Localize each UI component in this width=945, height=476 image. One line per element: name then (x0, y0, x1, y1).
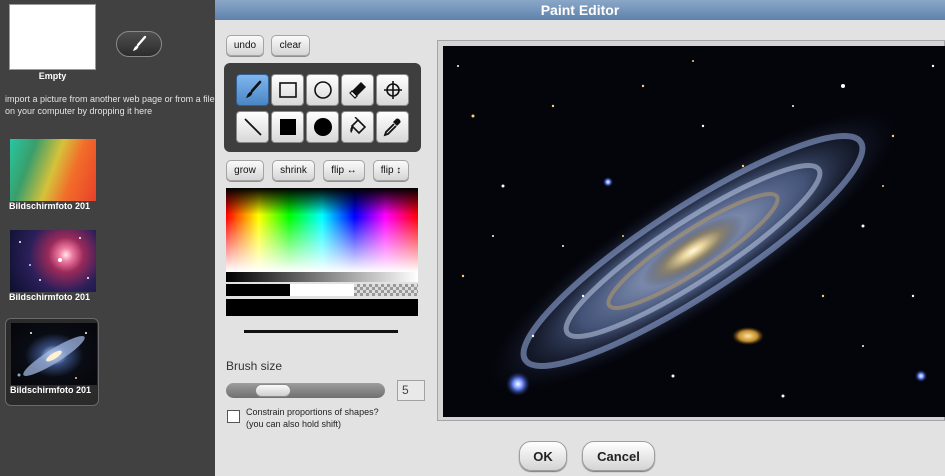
rotation-center-tool-icon (383, 81, 402, 99)
brush-tool-icon (245, 80, 261, 98)
black-color-swatch[interactable] (226, 284, 290, 296)
constrain-line-1: Constrain proportions of shapes? (246, 407, 379, 417)
line-tool-icon (243, 118, 262, 136)
brush-size-input[interactable]: 5 (397, 380, 425, 401)
paint-bucket-tool-button[interactable] (341, 111, 374, 143)
costume-item[interactable]: Bildschirmfoto 201 (5, 226, 97, 310)
brush-tool-button[interactable] (236, 74, 269, 106)
constrain-proportions-label: Constrain proportions of shapes? (you ca… (246, 406, 379, 430)
empty-costume-label: Empty (38, 71, 67, 81)
filled-ellipse-tool-button[interactable] (306, 111, 339, 143)
ellipse-tool-icon (313, 81, 332, 99)
shrink-button[interactable]: shrink (272, 160, 315, 181)
costume-panel: Empty import a picture from another web … (0, 0, 215, 476)
flip-vertical-button[interactable]: flip ↕ (373, 160, 409, 181)
costume-thumbnail (10, 230, 96, 292)
costume-thumbnail (11, 323, 97, 385)
galaxy-image (443, 46, 945, 417)
eyedropper-tool-icon (383, 118, 401, 137)
paint-canvas[interactable] (443, 46, 945, 417)
costume-label: Bildschirmfoto 201 (10, 385, 92, 395)
paint-bucket-tool-icon (349, 117, 366, 135)
costume-label: Bildschirmfoto 201 (9, 201, 91, 211)
brush-size-label: Brush size (226, 359, 283, 373)
tool-palette (224, 63, 421, 152)
white-color-swatch[interactable] (290, 284, 354, 296)
import-hint-text: import a picture from another web page o… (5, 94, 215, 116)
filled-rectangle-tool-button[interactable] (271, 111, 304, 143)
color-presets (226, 284, 418, 296)
eraser-tool-button[interactable] (341, 74, 374, 106)
current-color-display (226, 299, 418, 316)
costume-item[interactable]: Bildschirmfoto 201 (5, 135, 97, 219)
grow-button[interactable]: grow (226, 160, 264, 181)
paint-new-costume-button[interactable] (116, 31, 162, 57)
undo-button[interactable]: undo (226, 35, 264, 56)
costume-thumbnail (10, 139, 96, 201)
rotation-center-tool-button[interactable] (376, 74, 409, 106)
constrain-proportions-checkbox[interactable] (227, 410, 240, 423)
line-tool-button[interactable] (236, 111, 269, 143)
filled-rectangle-tool-icon (279, 119, 296, 135)
rectangle-tool-icon (278, 82, 297, 98)
costume-label: Bildschirmfoto 201 (9, 292, 91, 302)
ellipse-tool-button[interactable] (306, 74, 339, 106)
eraser-tool-icon (348, 82, 366, 99)
empty-costume-thumbnail[interactable] (9, 4, 96, 70)
eyedropper-tool-button[interactable] (376, 111, 409, 143)
brush-preview (244, 330, 398, 333)
ok-button[interactable]: OK (519, 441, 567, 471)
paint-editor-dialog: Paint Editor undo clear grow shrink flip… (215, 0, 945, 476)
constrain-line-2: (you can also hold shift) (246, 419, 342, 429)
brush-size-slider[interactable] (226, 383, 385, 398)
slider-knob[interactable] (255, 384, 291, 397)
dialog-title[interactable]: Paint Editor (215, 0, 945, 20)
paintbrush-icon (133, 35, 147, 51)
rectangle-tool-button[interactable] (271, 74, 304, 106)
flip-horizontal-button[interactable]: flip ↔ (323, 160, 365, 181)
clear-button[interactable]: clear (271, 35, 310, 56)
costume-item-selected[interactable]: Bildschirmfoto 201 (5, 318, 99, 406)
cancel-button[interactable]: Cancel (582, 441, 655, 471)
color-palette[interactable] (226, 188, 418, 272)
grayscale-palette[interactable] (226, 272, 418, 282)
filled-ellipse-tool-icon (313, 118, 332, 136)
canvas-frame (437, 40, 945, 421)
transparent-color-swatch[interactable] (354, 284, 418, 296)
